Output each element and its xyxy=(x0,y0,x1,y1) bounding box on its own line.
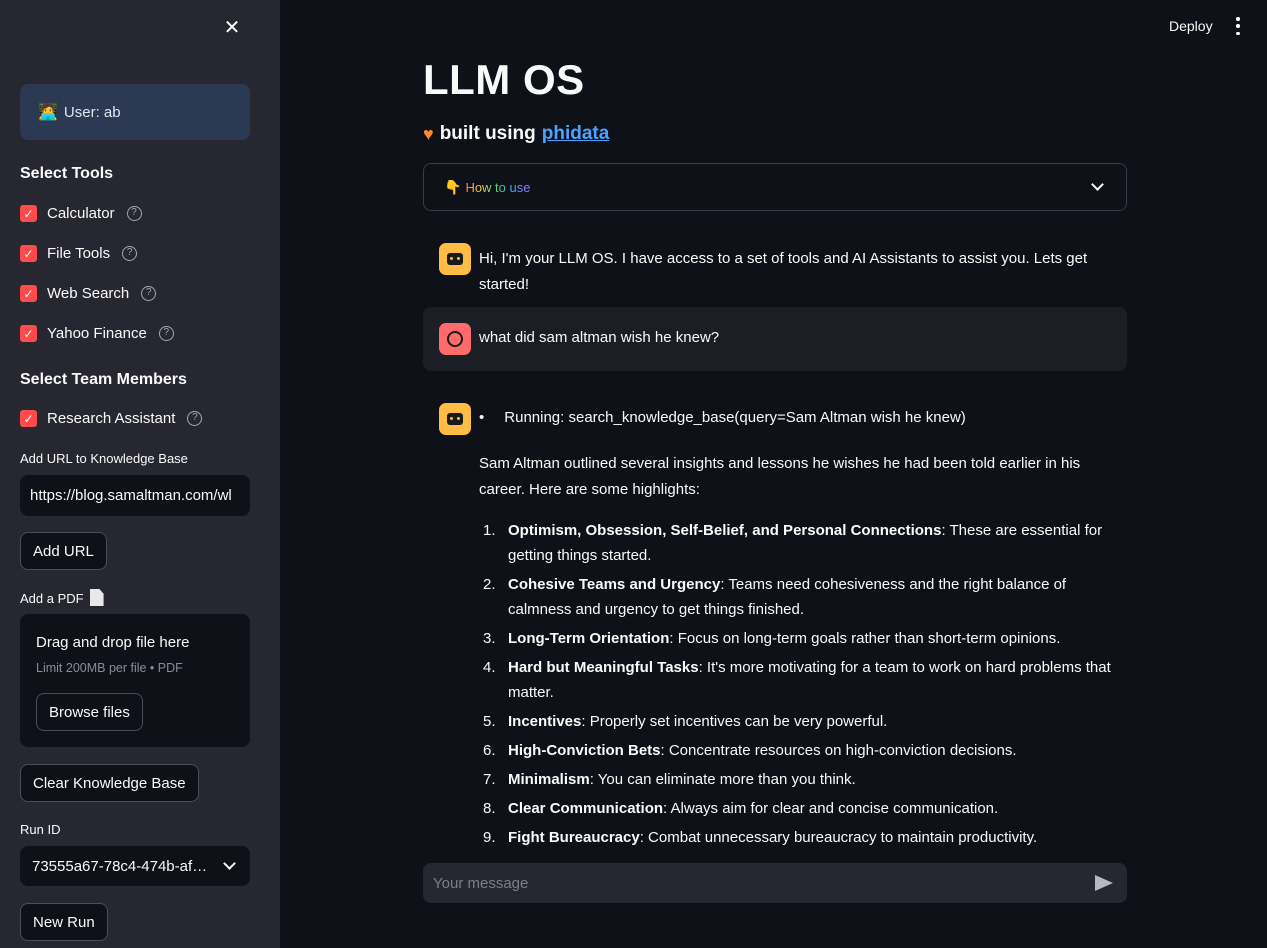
message-text: what did sam altman wish he knew? xyxy=(479,329,720,346)
url-field-label: Add URL to Knowledge Base xyxy=(20,451,188,466)
dropzone-title: Drag and drop file here xyxy=(36,634,190,651)
sidebar: ✕ 🧑‍💻 User: ab Select Tools ✓ Calculator… xyxy=(0,0,280,948)
chevron-down-icon xyxy=(1091,178,1104,191)
checkbox-checked-icon[interactable]: ✓ xyxy=(20,410,37,427)
list-item: 1. Optimism, Obsession, Self-Belief, and … xyxy=(483,522,1103,564)
tool-label: Web Search xyxy=(47,285,130,302)
more-options-icon[interactable] xyxy=(1232,17,1244,35)
pdf-label-text: Add a PDF xyxy=(20,591,84,606)
chevron-down-icon xyxy=(223,857,236,870)
pointing-down-icon: 👇 xyxy=(444,178,462,195)
user-label: User: ab xyxy=(63,103,121,121)
document-icon xyxy=(89,589,104,606)
checkbox-checked-icon[interactable]: ✓ xyxy=(20,285,37,302)
expander-label: 👇 How to use xyxy=(444,179,530,196)
checkbox-checked-icon[interactable]: ✓ xyxy=(20,325,37,342)
help-icon[interactable]: ? xyxy=(187,411,203,426)
help-icon[interactable]: ? xyxy=(126,206,142,221)
subtitle-text: built using xyxy=(439,123,536,144)
team-checkbox-research-assistant[interactable]: ✓ Research Assistant ? xyxy=(20,410,203,427)
bullet: • xyxy=(479,409,485,426)
list-item: 3. Long-Term Orientation: Focus on long-t… xyxy=(483,630,1061,647)
checkbox-checked-icon[interactable]: ✓ xyxy=(20,245,37,262)
assistant-message: Hi, I'm your LLM OS. I have access to a … xyxy=(423,238,1127,293)
list-item: 5. Incentives: Properly set incentives ca… xyxy=(483,713,888,730)
list-item: 4. Hard but Meaningful Tasks: It's more m… xyxy=(483,659,1111,701)
bot-avatar-icon xyxy=(439,403,471,435)
phidata-link[interactable]: phidata xyxy=(542,123,610,145)
help-icon[interactable]: ? xyxy=(122,246,138,261)
checkbox-checked-icon[interactable]: ✓ xyxy=(20,205,37,222)
running-text: Running: search_knowledge_base(query=Sam… xyxy=(504,409,966,426)
pdf-field-label: Add a PDF xyxy=(20,589,104,606)
list-item: 2. Cohesive Teams and Urgency: Teams need… xyxy=(483,576,1067,618)
run-id-label: Run ID xyxy=(20,822,61,837)
orange-heart-icon: ♥ xyxy=(423,123,434,144)
run-id-select[interactable]: 73555a67-78c4-474b-af… xyxy=(20,846,250,886)
list-item: 6. High-Conviction Bets: Concentrate reso… xyxy=(483,742,1017,759)
page-title: LLM OS xyxy=(423,56,585,103)
chat-input-bar xyxy=(423,863,1127,903)
tool-label: Yahoo Finance xyxy=(47,325,147,342)
clear-knowledge-base-button[interactable]: Clear Knowledge Base xyxy=(20,764,199,802)
chat-message-input[interactable] xyxy=(433,874,1053,892)
pdf-dropzone[interactable]: Drag and drop file here Limit 200MB per … xyxy=(20,614,250,747)
deploy-button[interactable]: Deploy xyxy=(1169,18,1213,34)
send-icon[interactable] xyxy=(1095,875,1113,891)
help-icon[interactable]: ? xyxy=(158,326,174,341)
user-message: what did sam altman wish he knew? xyxy=(423,307,1127,371)
browse-files-button[interactable]: Browse files xyxy=(36,693,143,731)
run-id-value: 73555a67-78c4-474b-af… xyxy=(32,857,208,875)
select-tools-heading: Select Tools xyxy=(20,165,114,182)
tool-checkbox-yahoo-finance[interactable]: ✓ Yahoo Finance ? xyxy=(20,325,174,342)
close-sidebar-icon[interactable]: ✕ xyxy=(220,16,244,40)
message-text: Hi, I'm your LLM OS. I have access to a … xyxy=(479,250,1088,293)
tool-label: Calculator xyxy=(47,205,115,222)
tool-checkbox-file-tools[interactable]: ✓ File Tools ? xyxy=(20,245,138,262)
dropzone-limit: Limit 200MB per file • PDF xyxy=(36,661,183,675)
answer-intro: Sam Altman outlined several insights and… xyxy=(479,455,1081,498)
add-url-button[interactable]: Add URL xyxy=(20,532,107,570)
assistant-message: • Running: search_knowledge_base(query=S… xyxy=(423,403,1127,853)
user-info-box: 🧑‍💻 User: ab xyxy=(20,84,250,140)
how-to-use-expander[interactable]: 👇 How to use xyxy=(423,163,1127,211)
expander-label-text: How to use xyxy=(465,179,531,195)
answer-list: 1. Optimism, Obsession, Self-Belief, and … xyxy=(479,518,1129,854)
team-label: Research Assistant xyxy=(47,410,176,427)
user-avatar-icon: 🧑‍💻 xyxy=(38,104,58,121)
list-item: 9. Fight Bureaucracy: Combat unnecessary … xyxy=(483,829,1038,846)
user-avatar-icon xyxy=(439,323,471,355)
tool-label: File Tools xyxy=(47,245,111,262)
url-input[interactable]: https://blog.samaltman.com/wl xyxy=(20,475,250,516)
list-item: 8. Clear Communication: Always aim for cl… xyxy=(483,800,999,817)
tool-checkbox-web-search[interactable]: ✓ Web Search ? xyxy=(20,285,157,302)
tool-checkbox-calculator[interactable]: ✓ Calculator ? xyxy=(20,205,142,222)
list-item: 7. Minimalism: You can eliminate more tha… xyxy=(483,771,856,788)
page-subtitle: ♥ built using phidata xyxy=(423,123,609,145)
new-run-button[interactable]: New Run xyxy=(20,903,108,941)
select-team-heading: Select Team Members xyxy=(20,371,187,388)
running-line: • Running: search_knowledge_base(query=S… xyxy=(479,409,966,426)
help-icon[interactable]: ? xyxy=(141,286,157,301)
bot-avatar-icon xyxy=(439,243,471,275)
app-root: ✕ 🧑‍💻 User: ab Select Tools ✓ Calculator… xyxy=(0,0,1267,948)
